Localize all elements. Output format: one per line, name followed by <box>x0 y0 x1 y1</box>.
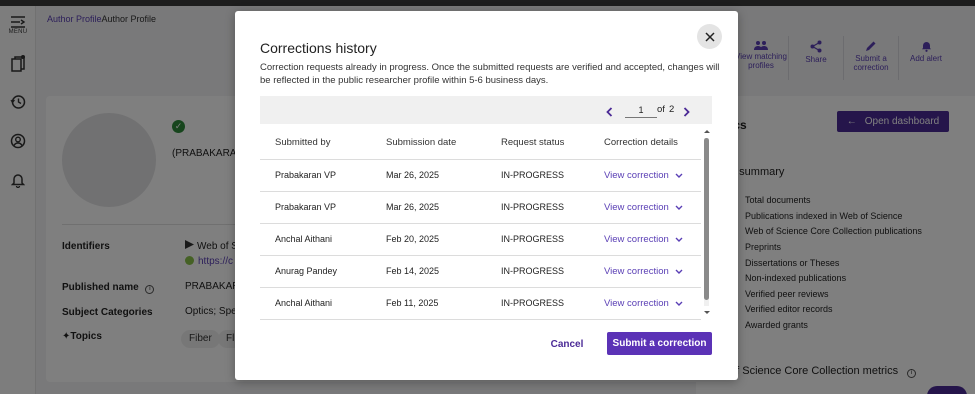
close-icon <box>704 31 715 42</box>
column-submitted-by: Submitted by <box>275 137 331 148</box>
cell-status: IN-PROGRESS <box>501 298 565 308</box>
table-row: Anurag Pandey Feb 14, 2025 IN-PROGRESS V… <box>260 256 701 288</box>
cell-submitted-by: Anchal Aithani <box>275 298 333 308</box>
table-row: Prabakaran VP Mar 26, 2025 IN-PROGRESS V… <box>260 160 701 192</box>
chevron-down-icon <box>675 205 683 210</box>
corrections-history-dialog: Corrections history Correction requests … <box>235 11 738 380</box>
table-row: Anchal Aithani Feb 11, 2025 IN-PROGRESS … <box>260 288 701 320</box>
dialog-description: Correction requests already in progress.… <box>260 62 720 86</box>
cell-status: IN-PROGRESS <box>501 234 565 244</box>
corrections-table: Submitted by Submission date Request sta… <box>260 124 701 320</box>
pagination-bar: of 2 <box>260 96 712 124</box>
column-correction-details: Correction details <box>604 137 678 148</box>
cell-date: Feb 11, 2025 <box>386 298 439 308</box>
view-correction-link[interactable]: View correction <box>604 202 683 213</box>
column-request-status: Request status <box>501 137 565 148</box>
submit-correction-button[interactable]: Submit a correction <box>607 332 712 355</box>
view-correction-link[interactable]: View correction <box>604 298 683 309</box>
dialog-title: Corrections history <box>260 40 377 56</box>
scroll-down-arrow-icon[interactable] <box>702 309 712 317</box>
table-row: Prabakaran VP Mar 26, 2025 IN-PROGRESS V… <box>260 192 701 224</box>
chevron-right-icon <box>683 107 690 117</box>
cell-submitted-by: Prabakaran VP <box>275 202 337 212</box>
cell-submitted-by: Prabakaran VP <box>275 170 337 180</box>
chevron-down-icon <box>675 173 683 178</box>
pager-of-label: of <box>657 104 665 115</box>
chevron-down-icon <box>675 301 683 306</box>
cell-date: Feb 20, 2025 <box>386 234 440 244</box>
scrollbar-thumb[interactable] <box>704 138 709 300</box>
table-row: Anchal Aithani Feb 20, 2025 IN-PROGRESS … <box>260 224 701 256</box>
cell-date: Mar 26, 2025 <box>386 202 440 212</box>
view-correction-link[interactable]: View correction <box>604 234 683 245</box>
previous-page-button[interactable] <box>606 104 613 122</box>
pager-total: 2 <box>669 104 675 115</box>
chevron-down-icon <box>675 269 683 274</box>
view-correction-link[interactable]: View correction <box>604 266 683 277</box>
next-page-button[interactable] <box>683 104 690 122</box>
close-button[interactable] <box>697 24 722 49</box>
cell-date: Mar 26, 2025 <box>386 170 440 180</box>
table-header: Submitted by Submission date Request sta… <box>260 124 701 160</box>
page-number-input[interactable] <box>625 102 657 118</box>
cell-submitted-by: Anchal Aithani <box>275 234 333 244</box>
cell-status: IN-PROGRESS <box>501 170 565 180</box>
column-submission-date: Submission date <box>386 137 457 148</box>
chevron-down-icon <box>675 237 683 242</box>
cancel-button[interactable]: Cancel <box>540 333 594 355</box>
view-correction-link[interactable]: View correction <box>604 170 683 181</box>
cell-submitted-by: Anurag Pandey <box>275 266 338 276</box>
cell-status: IN-PROGRESS <box>501 202 565 212</box>
scroll-up-arrow-icon[interactable] <box>702 127 712 135</box>
chevron-left-icon <box>606 107 613 117</box>
cell-date: Feb 14, 2025 <box>386 266 440 276</box>
cell-status: IN-PROGRESS <box>501 266 565 276</box>
